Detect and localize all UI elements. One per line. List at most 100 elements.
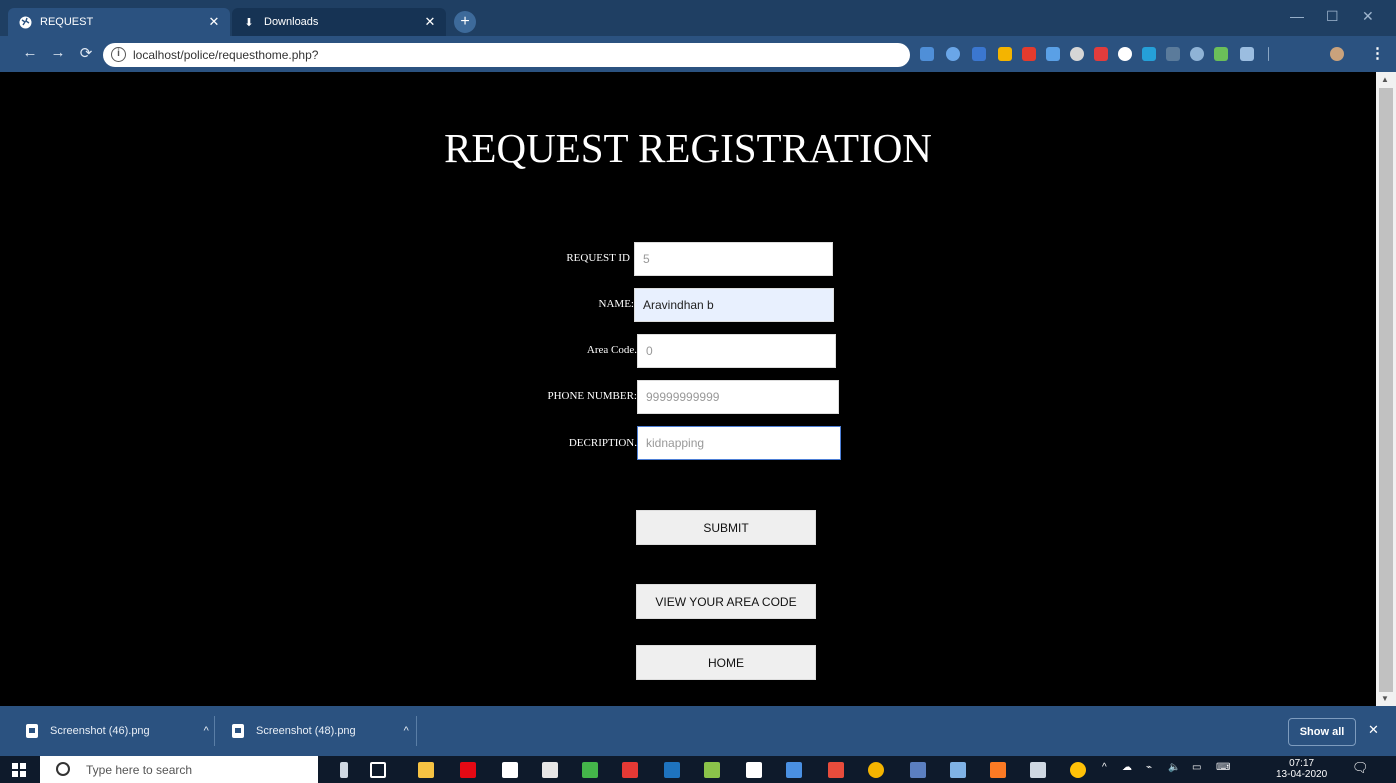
menu-icon[interactable]: ⋮ [1370, 44, 1385, 62]
home-button[interactable]: HOME [636, 645, 816, 680]
app-icon[interactable] [1030, 762, 1046, 778]
dropbox-icon[interactable] [746, 762, 762, 778]
extension-icon[interactable] [1046, 47, 1060, 61]
microphone-icon[interactable] [340, 762, 348, 778]
taskbar-search[interactable]: Type here to search [40, 756, 318, 783]
close-tab-icon[interactable]: ✕ [204, 14, 224, 30]
request-id-field[interactable] [634, 242, 833, 276]
image-file-icon [232, 724, 244, 738]
notifications-icon[interactable]: 🗨 [1352, 760, 1369, 776]
extension-icon[interactable] [1142, 47, 1156, 61]
extension-icon[interactable] [1094, 47, 1108, 61]
forward-icon[interactable]: → [48, 44, 68, 61]
divider [416, 716, 417, 746]
close-shelf-icon[interactable]: ✕ [1368, 722, 1379, 738]
tab-title: REQUEST [40, 16, 94, 28]
vertical-scrollbar[interactable]: ▲ ▼ [1376, 72, 1396, 706]
page-title: REQUEST REGISTRATION [444, 125, 932, 171]
toolbar-divider [1268, 47, 1269, 61]
app-icon[interactable] [828, 762, 844, 778]
view-area-code-button[interactable]: VIEW YOUR AREA CODE [636, 584, 816, 619]
tab-downloads[interactable]: ⬇ Downloads ✕ [232, 8, 446, 36]
info-icon[interactable]: i [111, 47, 126, 62]
hp-icon[interactable] [946, 47, 960, 61]
avatar[interactable] [1330, 47, 1344, 61]
show-all-button[interactable]: Show all [1288, 718, 1356, 746]
download-item[interactable]: Screenshot (48).png ^ [232, 706, 409, 756]
extension-icon[interactable] [920, 47, 934, 61]
chevron-up-icon[interactable]: ^ [404, 725, 409, 737]
cortana-icon [56, 762, 70, 776]
area-code-label: Area Code. [586, 344, 637, 356]
area-code-field[interactable] [637, 334, 836, 368]
app-icon[interactable] [910, 762, 926, 778]
bookmark-star-icon[interactable]: ☆ [886, 44, 1386, 62]
xampp-icon[interactable] [990, 762, 1006, 778]
submit-button[interactable]: SUBMIT [636, 510, 816, 545]
cloud-icon[interactable]: ☁ [1122, 762, 1132, 773]
clock-time: 07:17 [1289, 758, 1315, 769]
tab-request[interactable]: REQUEST ✕ [8, 8, 230, 36]
page-content: REQUEST REGISTRATION REQUEST ID NAME: Ar… [0, 72, 1376, 706]
file-explorer-icon[interactable] [418, 762, 434, 778]
extension-icon[interactable] [1240, 47, 1254, 61]
cloud-icon[interactable] [1118, 47, 1132, 61]
chevron-up-icon[interactable]: ^ [1102, 762, 1107, 773]
globe-icon [18, 15, 32, 29]
phone-number-label: PHONE NUMBER: [547, 390, 637, 402]
extension-icon[interactable] [972, 47, 986, 61]
download-icon: ⬇ [244, 16, 254, 29]
download-filename: Screenshot (48).png [256, 725, 356, 737]
system-clock[interactable]: 07:17 13-04-2020 [1276, 758, 1327, 780]
drive-icon[interactable] [998, 47, 1012, 61]
extension-icon[interactable] [1190, 47, 1204, 61]
maximize-icon[interactable]: ☐ [1326, 8, 1339, 25]
new-tab-button[interactable]: + [454, 11, 476, 33]
chrome-icon[interactable] [868, 762, 884, 778]
close-window-icon[interactable]: ✕ [1362, 8, 1374, 25]
name-label: NAME: [598, 298, 634, 310]
app-icon[interactable] [950, 762, 966, 778]
scroll-up-icon[interactable]: ▲ [1381, 75, 1389, 84]
reload-icon[interactable]: ⟳ [76, 44, 96, 62]
url-text: localhost/police/requesthome.php? [133, 48, 319, 62]
network-icon[interactable]: ⌁ [1146, 762, 1152, 773]
chevron-up-icon[interactable]: ^ [204, 725, 209, 737]
divider [214, 716, 215, 746]
image-file-icon [26, 724, 38, 738]
address-bar[interactable]: i localhost/police/requesthome.php? [103, 43, 910, 67]
battery-icon[interactable]: ▭ [1192, 762, 1201, 773]
download-item[interactable]: Screenshot (46).png ^ [26, 706, 209, 756]
app-icon[interactable] [786, 762, 802, 778]
windows-start-icon[interactable] [12, 763, 26, 777]
mail-icon[interactable] [542, 762, 558, 778]
facebook-icon[interactable] [664, 762, 680, 778]
app-icon[interactable] [582, 762, 598, 778]
task-view-icon[interactable] [370, 762, 386, 778]
windows-taskbar: Type here to search ^ ☁ ⌁ 🔈 ▭ ⌨ 07:17 13… [0, 756, 1396, 783]
clock-date: 13-04-2020 [1276, 769, 1328, 780]
help-icon[interactable] [1070, 762, 1086, 778]
extension-icon[interactable] [1166, 47, 1180, 61]
camera-icon[interactable] [1070, 47, 1084, 61]
extension-icon[interactable] [1214, 47, 1228, 61]
search-placeholder: Type here to search [86, 763, 193, 777]
description-label: DECRIPTION. [568, 437, 637, 449]
pdf-icon[interactable] [622, 762, 638, 778]
name-field[interactable] [634, 288, 834, 322]
extension-icon[interactable] [1022, 47, 1036, 61]
tab-strip: REQUEST ✕ ⬇ Downloads ✕ + — ☐ ✕ [0, 0, 1396, 36]
app-icon[interactable] [704, 762, 720, 778]
keyboard-icon[interactable]: ⌨ [1216, 762, 1230, 773]
close-tab-icon[interactable]: ✕ [420, 14, 440, 30]
store-icon[interactable] [502, 762, 518, 778]
volume-icon[interactable]: 🔈 [1168, 762, 1180, 773]
scrollbar-thumb[interactable] [1379, 88, 1393, 692]
back-icon[interactable]: ← [20, 44, 40, 61]
description-field[interactable] [637, 426, 841, 460]
download-shelf: Screenshot (46).png ^ Screenshot (48).pn… [0, 706, 1396, 756]
scroll-down-icon[interactable]: ▼ [1381, 694, 1389, 703]
netflix-icon[interactable] [460, 762, 476, 778]
phone-number-field[interactable] [637, 380, 839, 414]
minimize-icon[interactable]: — [1290, 8, 1304, 24]
